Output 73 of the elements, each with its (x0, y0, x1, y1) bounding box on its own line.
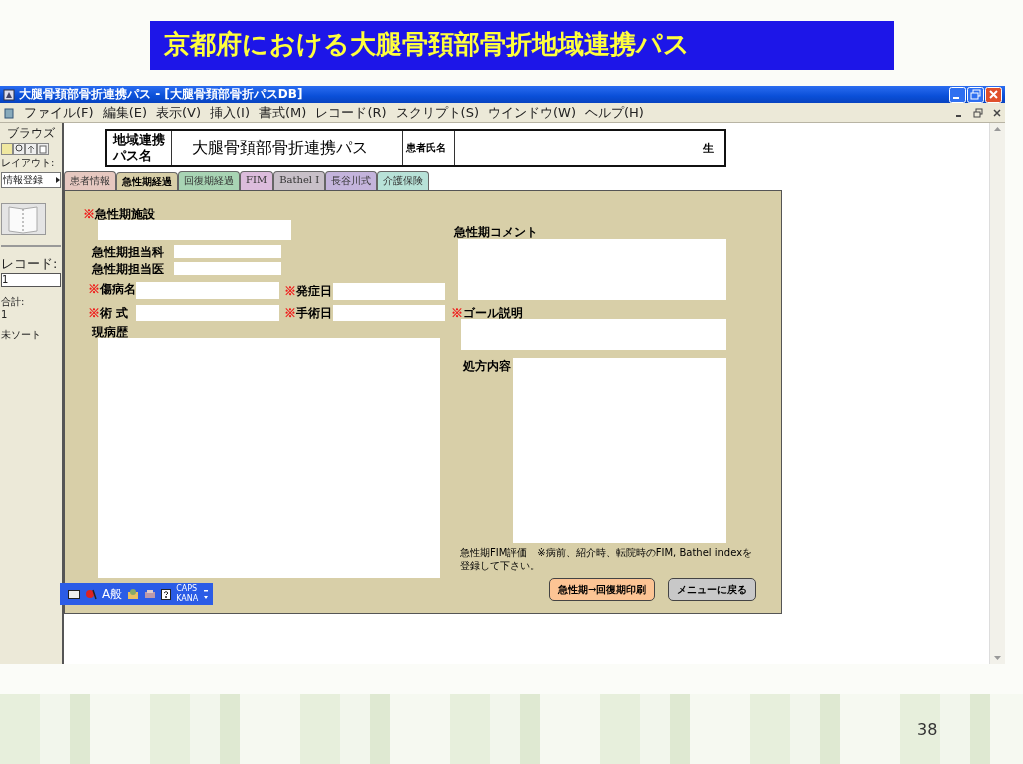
action-button[interactable]: メニューに戻る (668, 578, 756, 601)
tab[interactable]: 長谷川式 (325, 171, 378, 190)
tool-icon[interactable] (127, 588, 140, 600)
field-label: 急性期担当科 (92, 244, 164, 261)
menu-item[interactable]: ファイル(F) (24, 103, 94, 122)
ime-mode[interactable]: A般 (102, 585, 123, 603)
tab[interactable]: FIM (240, 171, 274, 190)
note-text: 急性期FIM評価 ※病前、紹介時、転院時のFIM, Bathel indexを登録して下さい。 (460, 546, 754, 572)
tab[interactable]: 患者情報 (64, 171, 116, 190)
layout-dropdown[interactable]: 情報登録 (1, 172, 61, 188)
sort-status: 未ソート (1, 328, 42, 342)
input-field[interactable] (333, 305, 445, 321)
menu-item[interactable]: 編集(E) (102, 103, 147, 122)
path-name-value: 大腿骨頚部骨折連携パス (172, 131, 403, 165)
menu-item[interactable]: 挿入(I) (210, 103, 250, 122)
document-icon[interactable] (3, 106, 15, 119)
scrollbar[interactable] (989, 123, 1005, 664)
ime-menu-icon[interactable] (203, 587, 210, 601)
layout-label: レイアウト: (1, 156, 56, 170)
tab[interactable]: Bathel I (273, 171, 326, 190)
caps-indicator: CAPS (176, 584, 199, 594)
menu-item[interactable]: レコード(R) (315, 103, 387, 122)
input-field[interactable] (513, 358, 726, 543)
path-name-label: 地域連携パス名 (107, 131, 172, 165)
field-label: 処方内容 (463, 358, 511, 375)
restore-icon[interactable] (967, 86, 984, 103)
input-field[interactable] (98, 220, 291, 240)
menu-item[interactable]: ヘルプ(H) (585, 103, 644, 122)
input-field[interactable] (461, 319, 726, 350)
birth-suffix: 生 (703, 140, 714, 156)
input-field[interactable] (174, 245, 281, 258)
page-number: 38 (917, 720, 938, 739)
field-label: 現病歴 (92, 324, 128, 341)
input-field[interactable] (136, 305, 279, 321)
field-label: 急性期コメント (454, 224, 538, 241)
menu-item[interactable]: ウインドウ(W) (488, 103, 576, 122)
app-icon (3, 88, 15, 101)
menu-item[interactable]: 表示(V) (156, 103, 202, 122)
slide-title: 京都府における大腿骨頚部骨折地域連携パス (149, 21, 894, 70)
input-field[interactable] (174, 262, 281, 275)
field-label: ※傷病名 (88, 281, 136, 298)
patient-name-label: 患者氏名 (403, 131, 455, 165)
total-label: 合計: (1, 295, 26, 309)
field-label: ※手術日 (284, 305, 332, 322)
menu-item[interactable]: 書式(M) (259, 103, 307, 122)
field-label: 急性期担当医 (92, 261, 164, 278)
book-icon[interactable] (1, 203, 46, 235)
keyboard-icon[interactable] (68, 589, 80, 599)
action-button[interactable]: 急性期→回復期印刷 (549, 578, 656, 601)
restore-icon[interactable] (973, 107, 983, 118)
tab[interactable]: 回復期経過 (178, 171, 240, 190)
input-field[interactable] (136, 282, 279, 299)
field-label: ※ゴール説明 (451, 305, 523, 322)
input-field[interactable] (98, 338, 440, 578)
mode-tool-icons[interactable] (1, 143, 49, 155)
window-title: 大腿骨頚部骨折連携パス - [大腿骨頚部骨折パスDB] (19, 86, 303, 103)
field-label: ※術 式 (88, 305, 129, 322)
menu-item[interactable]: スクリプト(S) (395, 103, 479, 122)
record-field[interactable]: 1 (1, 273, 61, 287)
tab[interactable]: 介護保険 (377, 171, 430, 190)
record-label: レコード: (1, 255, 59, 273)
help-icon[interactable] (161, 588, 172, 600)
input-field[interactable] (333, 283, 445, 300)
toolbox-icon[interactable] (144, 588, 157, 600)
kana-indicator: KANA (176, 594, 199, 604)
brush-icon[interactable] (85, 588, 97, 600)
field-label: ※急性期施設 (83, 206, 155, 223)
field-label: ※発症日 (284, 283, 332, 300)
mode-label: ブラウズ (6, 125, 56, 142)
close-icon[interactable] (992, 107, 1002, 118)
input-field[interactable] (458, 239, 726, 300)
total-count: 1 (1, 309, 9, 320)
minimize-icon[interactable] (949, 86, 966, 103)
